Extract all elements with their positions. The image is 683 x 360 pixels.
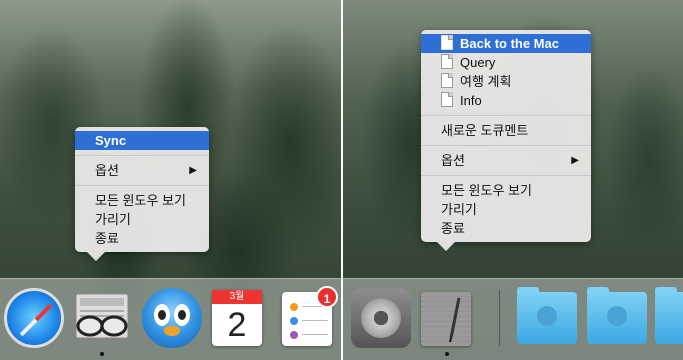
notepad-icon[interactable] [421,292,471,346]
notification-badge: 1 [316,286,338,308]
menu-item-label: 옵션 [441,153,465,168]
applications-icon [607,306,627,326]
right-screen: Back to the Mac Query 여행 계획 Info 새로운 도큐멘… [343,0,683,360]
menu-item-hide[interactable]: 가리기 [421,200,591,219]
document-icon [441,54,453,69]
gear-graphic [361,298,401,338]
folder-tab [587,287,609,294]
menu-item-options[interactable]: 옵션 ▶ [75,161,209,180]
calendar-day: 2 [227,306,247,344]
folder-icon[interactable] [587,287,647,344]
pencil-icon [449,297,461,343]
dock-separator [499,290,500,346]
reminder-dot [290,303,298,311]
document-label: 여행 계획 [460,74,512,89]
dock-context-menu: Sync 옵션 ▶ 모든 윈도우 보기 가리기 종료 [75,127,209,261]
document-label: Query [460,55,496,70]
menu-item-sync[interactable]: Sync [75,131,209,150]
submenu-arrow-icon: ▶ [189,165,197,176]
tweetbot-pupil [158,310,166,320]
downloads-arrow-icon [537,306,557,326]
reminders-icon[interactable]: 1 [282,286,338,346]
folder-icon[interactable] [517,287,577,344]
folder-tab [517,287,539,294]
menu-item-options[interactable]: 옵션 ▶ [421,151,591,170]
menu-item-quit[interactable]: 종료 [75,229,209,248]
document-label: Info [460,93,482,108]
running-indicator [445,352,449,356]
glasses-icon-graphic [75,293,129,339]
recent-document-item[interactable]: 여행 계획 [421,72,591,91]
reminder-dot [290,331,298,339]
document-label: Back to the Mac [460,36,559,51]
glasses-icon[interactable] [72,288,132,348]
menu-separator [75,155,209,156]
menu-separator [75,185,209,186]
menu-pointer [87,252,105,261]
dock-context-menu: Back to the Mac Query 여행 계획 Info 새로운 도큐멘… [421,30,591,251]
reminder-dot [290,317,298,325]
menu-item-hide[interactable]: 가리기 [75,210,209,229]
gear-icon[interactable] [351,288,411,348]
menu-item-label: 옵션 [95,163,119,178]
folder-tab [655,287,677,294]
menu-item-quit[interactable]: 종료 [421,219,591,238]
recent-document-item[interactable]: Query [421,53,591,72]
menu-separator [421,145,591,146]
tweetbot-eye [154,304,170,326]
folder-icon[interactable] [655,287,683,344]
recent-document-item[interactable]: Back to the Mac [421,34,591,53]
calendar-icon[interactable]: 3월 2 [212,290,262,346]
recent-document-item[interactable]: Info [421,91,591,110]
reminder-line [302,320,328,321]
running-indicator [100,352,104,356]
document-icon [441,35,453,50]
document-icon [441,92,453,107]
tweetbot-pupil [178,310,186,320]
reminder-line [302,334,328,335]
menu-item-show-all-windows[interactable]: 모든 윈도우 보기 [75,191,209,210]
left-screen: Sync 옵션 ▶ 모든 윈도우 보기 가리기 종료 3월 2 1 [0,0,341,360]
tweetbot-icon[interactable] [142,288,202,348]
menu-pointer [437,242,455,251]
reminder-row [290,330,328,340]
compass-needle [19,303,53,337]
tweetbot-eye [174,304,190,326]
safari-icon[interactable] [4,288,64,348]
calendar-month: 3월 [212,290,262,304]
reminder-row [290,316,328,326]
submenu-arrow-icon: ▶ [571,155,579,166]
document-icon [441,73,453,88]
menu-separator [421,115,591,116]
tweetbot-beak [164,326,180,336]
menu-item-new-document[interactable]: 새로운 도큐멘트 [421,121,591,140]
menu-separator [421,175,591,176]
menu-item-show-all-windows[interactable]: 모든 윈도우 보기 [421,181,591,200]
